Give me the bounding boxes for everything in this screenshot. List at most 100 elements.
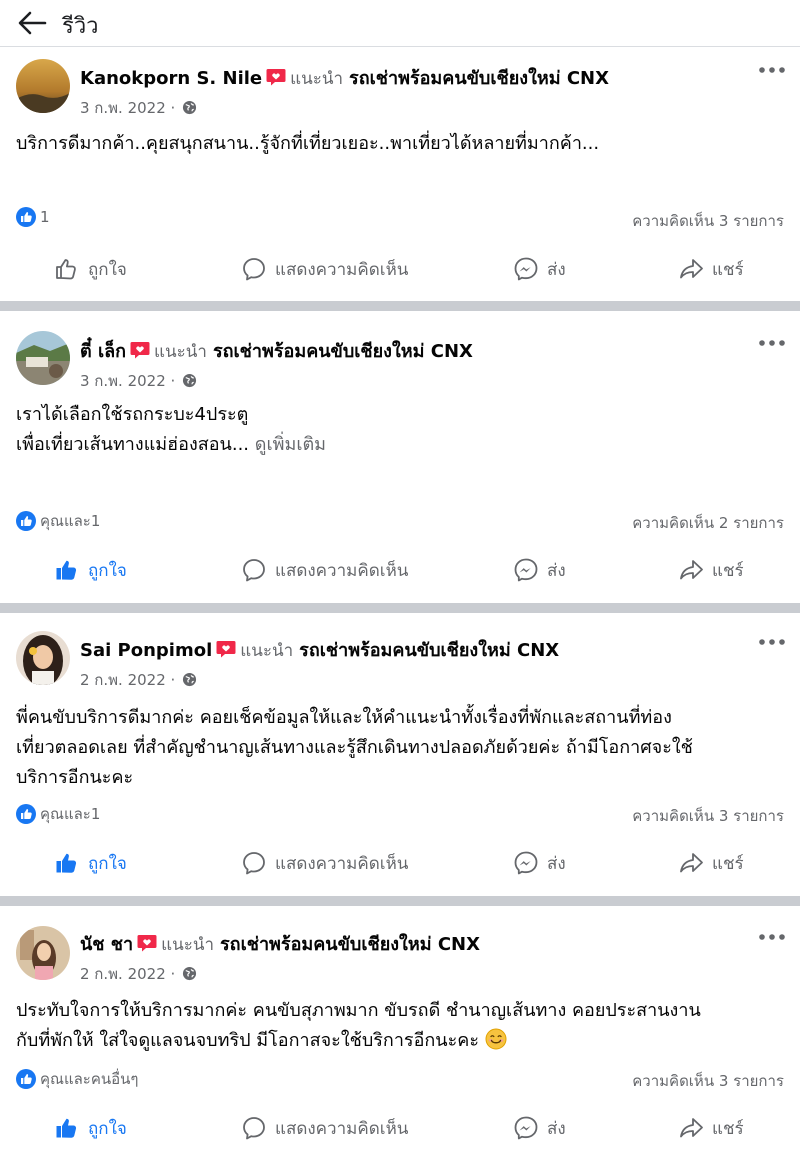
- post-text-span: เพื่อเที่ยวเส้นทางแม่ฮ่องสอน...: [16, 434, 250, 455]
- thumbs-up-icon: [54, 256, 80, 282]
- like-reaction-icon: [16, 804, 36, 824]
- like-button[interactable]: ถูกใจ: [54, 843, 127, 883]
- post-text-span: กับที่พักให้ ใส่ใจดูแลจนจบทริป มีโอกาสจะ…: [16, 1030, 479, 1051]
- reaction-summary[interactable]: คุณและ1: [16, 509, 100, 533]
- review-post: Kanokporn S. Nile แนะนำ รถเช่าพร้อมคนขับเช…: [0, 47, 800, 301]
- post-text-line: กับที่พักให้ ใส่ใจดูแลจนจบทริป มีโอกาสจะ…: [16, 1026, 788, 1056]
- thumbs-up-icon: [54, 850, 80, 876]
- reaction-summary[interactable]: 1: [16, 207, 50, 227]
- recommend-label: แนะนำ: [240, 641, 294, 661]
- send-button[interactable]: ส่ง: [513, 1108, 566, 1148]
- like-button[interactable]: ถูกใจ: [54, 249, 127, 289]
- post-text-line: เพื่อเที่ยวเส้นทางแม่ฮ่องสอน... ดูเพิ่มเ…: [16, 430, 788, 460]
- author-name[interactable]: ตี๋ เล็ก: [80, 341, 126, 362]
- messenger-icon: [513, 850, 539, 876]
- thumbs-up-icon: [54, 1115, 80, 1141]
- comment-label: แสดงความคิดเห็น: [275, 1118, 409, 1139]
- comment-count[interactable]: ความคิดเห็น 3 รายการ: [632, 804, 784, 828]
- share-icon: [678, 256, 704, 282]
- send-button[interactable]: ส่ง: [513, 249, 566, 289]
- send-label: ส่ง: [547, 259, 566, 280]
- page-name[interactable]: รถเช่าพร้อมคนขับเชียงใหม่ CNX: [299, 640, 559, 661]
- share-button[interactable]: แชร์: [678, 1108, 744, 1148]
- post-date: 3 ก.พ. 2022 ·: [80, 369, 197, 393]
- review-post: ตี๋ เล็ก แนะนำ รถเช่าพร้อมคนขับเชียงใหม่ C…: [0, 311, 800, 603]
- comment-button[interactable]: แสดงความคิดเห็น: [241, 550, 408, 590]
- comment-count[interactable]: ความคิดเห็น 3 รายการ: [632, 1069, 784, 1093]
- recommend-label: แนะนำ: [154, 342, 207, 362]
- comment-button[interactable]: แสดงความคิดเห็น: [241, 843, 408, 883]
- share-button[interactable]: แชร์: [678, 550, 744, 590]
- globe-icon: [182, 966, 197, 981]
- post-text: พี่คนขับบริการดีมากค่ะ คอยเช็คข้อมูลให้แ…: [16, 703, 788, 793]
- send-button[interactable]: ส่ง: [513, 843, 566, 883]
- like-reaction-icon: [16, 1069, 36, 1089]
- author-name[interactable]: Kanokporn S. Nile: [80, 68, 262, 89]
- action-bar: ถูกใจ แสดงความคิดเห็น ส่ง แชร์: [0, 1108, 800, 1148]
- share-label: แชร์: [712, 853, 744, 874]
- share-icon: [678, 850, 704, 876]
- more-options-icon[interactable]: [758, 338, 786, 348]
- page-name[interactable]: รถเช่าพร้อมคนขับเชียงใหม่ CNX: [349, 68, 609, 89]
- page-name[interactable]: รถเช่าพร้อมคนขับเชียงใหม่ CNX: [213, 341, 473, 362]
- date-text[interactable]: 3 ก.พ. 2022 ·: [80, 99, 175, 117]
- comment-count[interactable]: ความคิดเห็น 2 รายการ: [632, 511, 784, 535]
- comment-icon: [241, 1115, 267, 1141]
- reaction-summary[interactable]: คุณและ1: [16, 802, 100, 826]
- send-button[interactable]: ส่ง: [513, 550, 566, 590]
- messenger-icon: [513, 1115, 539, 1141]
- post-header: Kanokporn S. Nile แนะนำ รถเช่าพร้อมคนขับเช…: [80, 63, 609, 92]
- send-label: ส่ง: [547, 1118, 566, 1139]
- post-header: นัช ชา แนะนำ รถเช่าพร้อมคนขับเชียงใหม่ CNX: [80, 929, 480, 958]
- comment-button[interactable]: แสดงความคิดเห็น: [241, 249, 408, 289]
- post-header: Sai Ponpimol แนะนำ รถเช่าพร้อมคนขับเชียงให…: [80, 635, 559, 664]
- like-button[interactable]: ถูกใจ: [54, 550, 127, 590]
- like-reaction-icon: [16, 207, 36, 227]
- recommend-badge-icon: [216, 640, 236, 658]
- avatar[interactable]: [16, 631, 70, 685]
- comment-label: แสดงความคิดเห็น: [275, 853, 409, 874]
- post-text-line: บริการดีมากค้า..คุยสนุกสนาน..รู้จักที่เท…: [16, 133, 600, 154]
- page-name[interactable]: รถเช่าพร้อมคนขับเชียงใหม่ CNX: [220, 934, 480, 955]
- share-icon: [678, 1115, 704, 1141]
- recommend-badge-icon: [130, 341, 150, 359]
- messenger-icon: [513, 557, 539, 583]
- comment-label: แสดงความคิดเห็น: [275, 259, 409, 280]
- top-bar: รีวิว: [0, 0, 800, 47]
- send-label: ส่ง: [547, 560, 566, 581]
- avatar[interactable]: [16, 331, 70, 385]
- author-name[interactable]: Sai Ponpimol: [80, 640, 212, 661]
- post-separator: [0, 301, 800, 311]
- date-text[interactable]: 2 ก.พ. 2022 ·: [80, 671, 175, 689]
- post-text-line: บริการอีกนะคะ: [16, 767, 134, 788]
- more-options-icon[interactable]: [758, 637, 786, 647]
- date-text[interactable]: 2 ก.พ. 2022 ·: [80, 965, 175, 983]
- avatar[interactable]: [16, 926, 70, 980]
- comment-label: แสดงความคิดเห็น: [275, 560, 409, 581]
- author-name[interactable]: นัช ชา: [80, 934, 133, 955]
- more-options-icon[interactable]: [758, 65, 786, 75]
- avatar[interactable]: [16, 59, 70, 113]
- post-text-line: เราได้เลือกใช้รถกระบะ4ประตู: [16, 404, 249, 425]
- reaction-summary[interactable]: คุณและคนอื่นๆ: [16, 1067, 138, 1091]
- share-button[interactable]: แชร์: [678, 843, 744, 883]
- date-text[interactable]: 3 ก.พ. 2022 ·: [80, 372, 175, 390]
- post-date: 2 ก.พ. 2022 ·: [80, 962, 197, 986]
- like-label: ถูกใจ: [88, 853, 127, 874]
- messenger-icon: [513, 256, 539, 282]
- like-label: ถูกใจ: [88, 560, 127, 581]
- share-button[interactable]: แชร์: [678, 249, 744, 289]
- see-more-link[interactable]: ดูเพิ่มเติม: [255, 434, 326, 455]
- send-label: ส่ง: [547, 853, 566, 874]
- action-bar: ถูกใจ แสดงความคิดเห็น ส่ง แชร์: [0, 249, 800, 289]
- more-options-icon[interactable]: [758, 932, 786, 942]
- post-text: เราได้เลือกใช้รถกระบะ4ประตู เพื่อเที่ยวเ…: [16, 400, 788, 460]
- comment-button[interactable]: แสดงความคิดเห็น: [241, 1108, 408, 1148]
- globe-icon: [182, 100, 197, 115]
- like-button[interactable]: ถูกใจ: [54, 1108, 127, 1148]
- like-label: ถูกใจ: [88, 259, 127, 280]
- reaction-count: คุณและ1: [40, 512, 101, 530]
- arrow-left-icon[interactable]: [16, 8, 48, 38]
- post-text: ประทับใจการให้บริการมากค่ะ คนขับสุภาพมาก…: [16, 996, 788, 1056]
- comment-count[interactable]: ความคิดเห็น 3 รายการ: [632, 209, 784, 233]
